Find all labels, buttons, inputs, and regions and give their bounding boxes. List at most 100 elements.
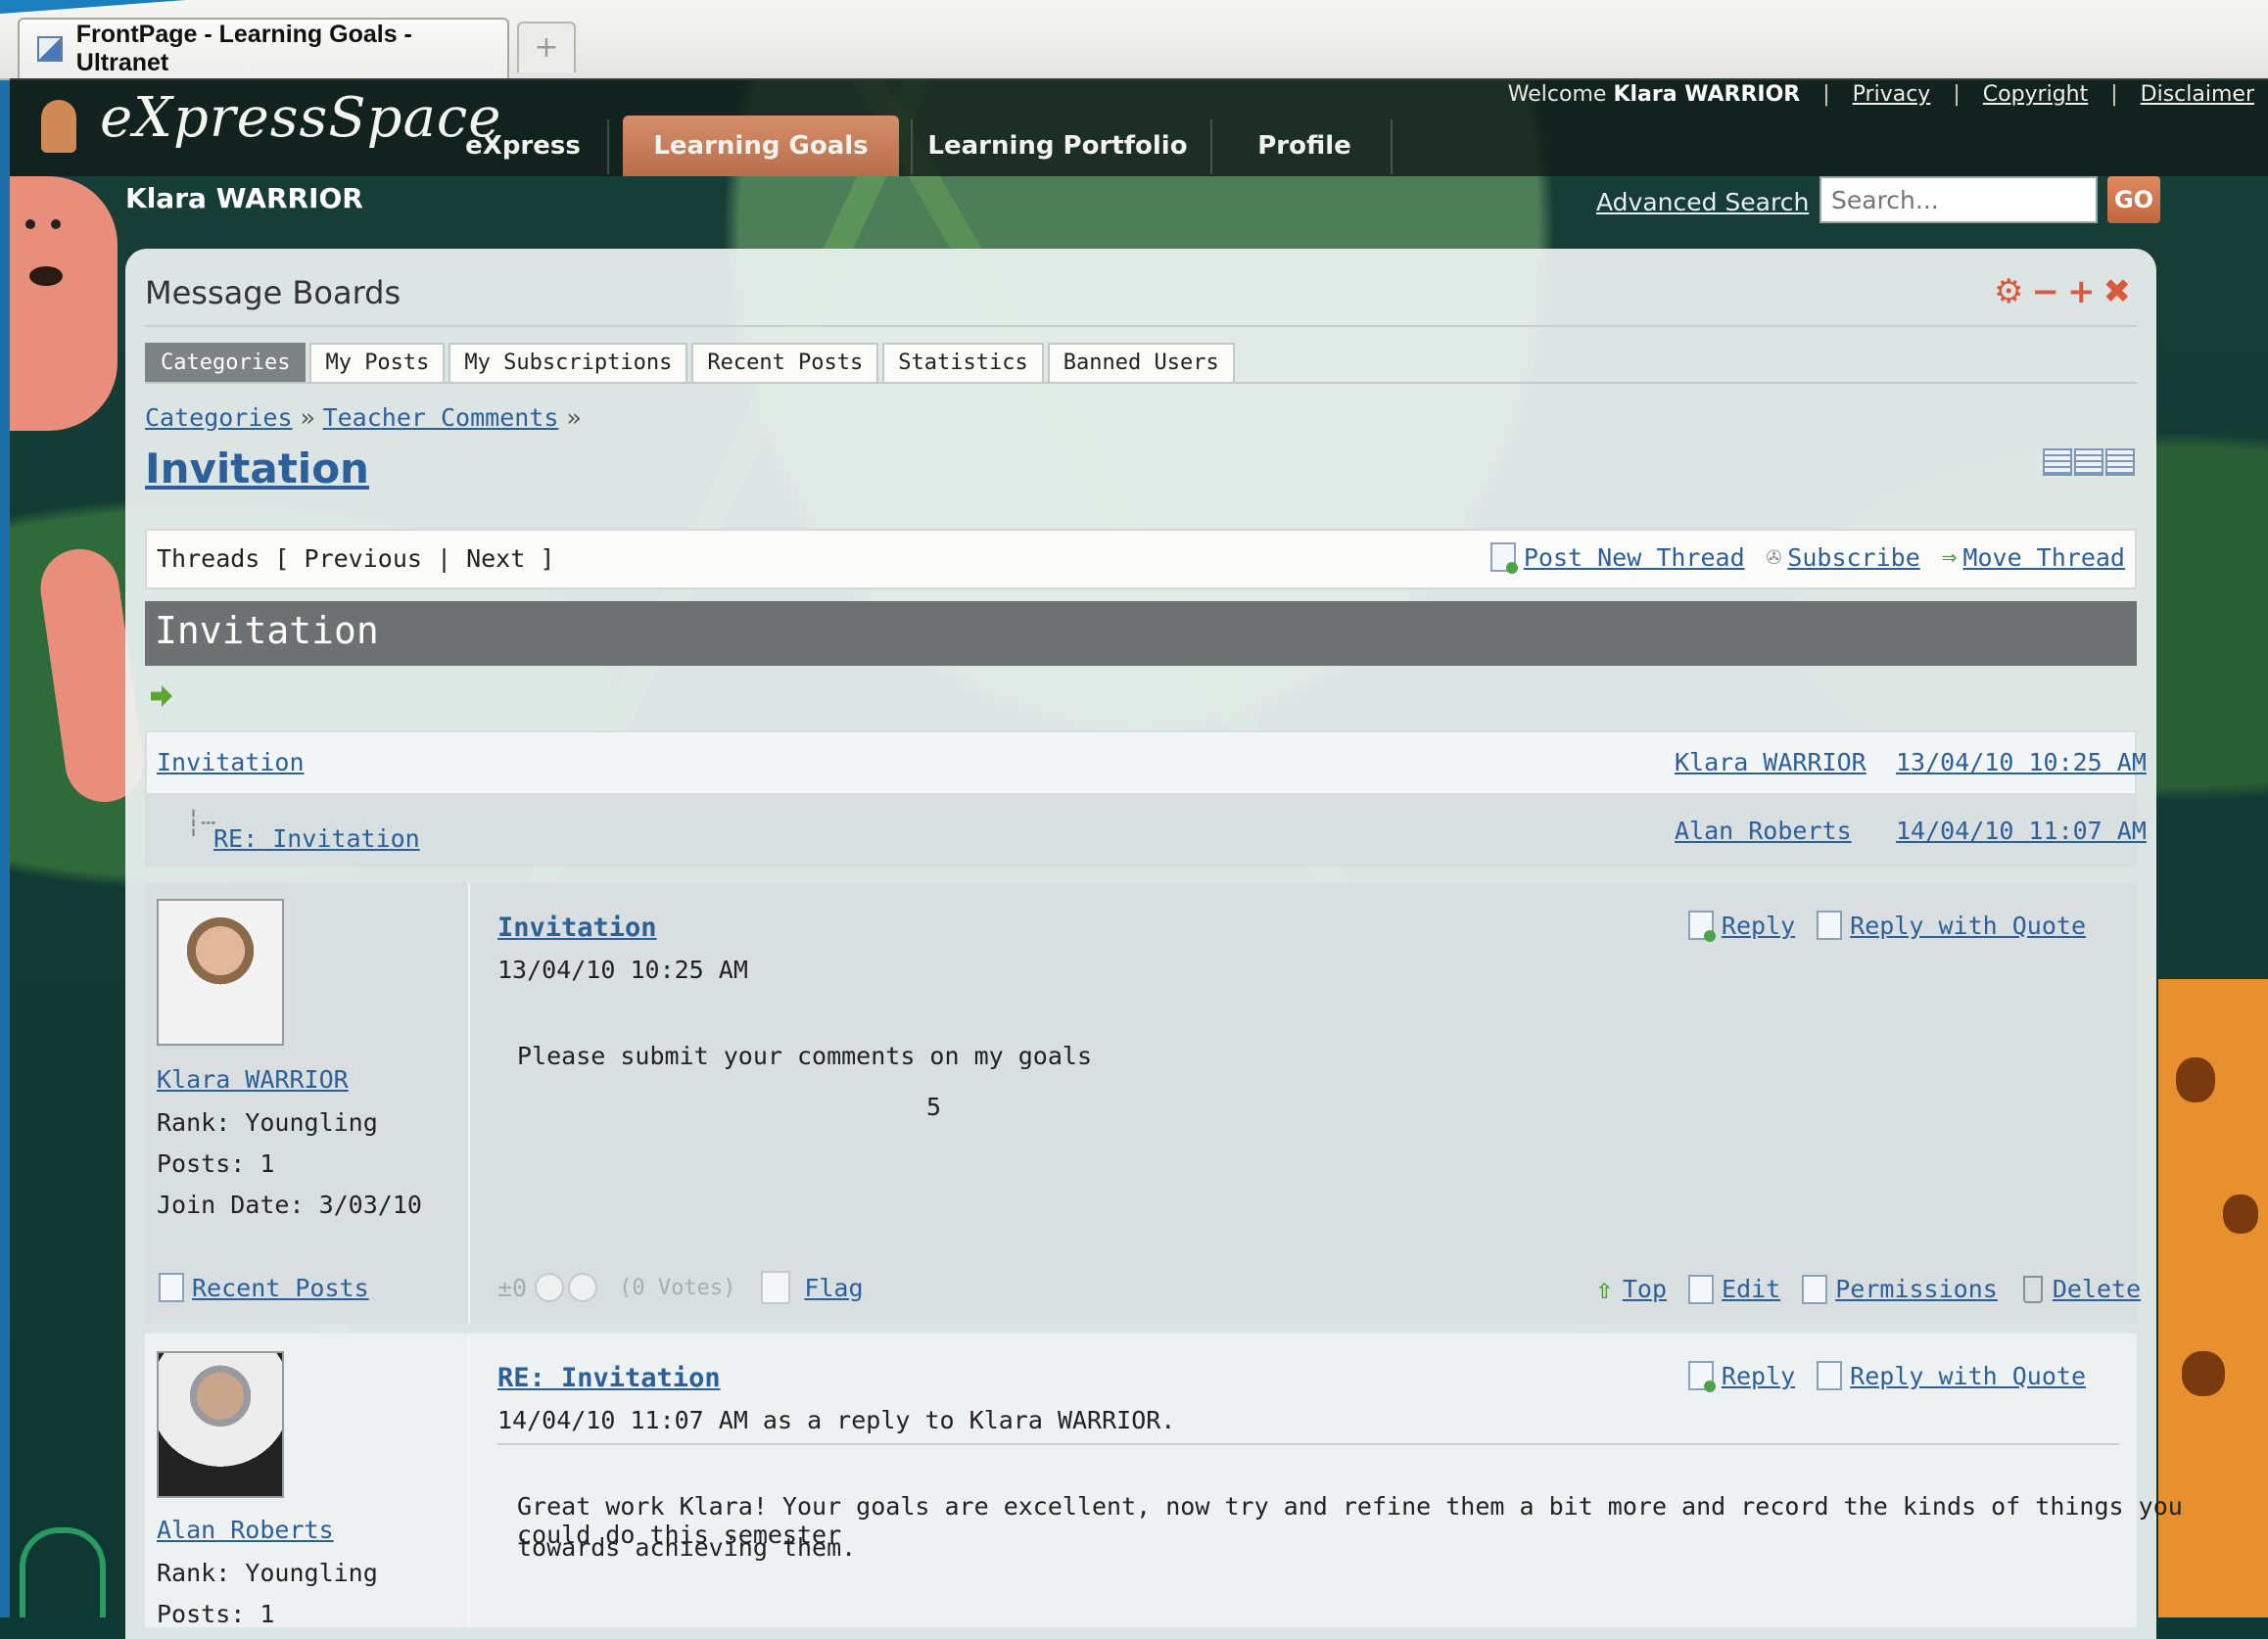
portlet-title: Message Boards	[145, 274, 402, 311]
breadcrumb-teacher-comments[interactable]: Teacher Comments	[323, 403, 559, 432]
post-author-posts: Posts: 1	[157, 1600, 275, 1628]
tab-my-subscriptions[interactable]: My Subscriptions	[449, 343, 688, 382]
combination-view-icon[interactable]	[2043, 448, 2072, 476]
welcome-prefix: Welcome	[1507, 82, 1607, 107]
nav-tab-express[interactable]: eXpress	[460, 116, 586, 176]
ultranet-logo-icon	[20, 1527, 106, 1617]
vote-count: (0 Votes)	[619, 1275, 736, 1300]
message-board-tabs: Categories My Posts My Subscriptions Rec…	[145, 343, 1239, 382]
nav-separator	[911, 119, 913, 174]
post-body: Please submit your comments on my goals	[517, 1042, 1092, 1070]
post-author-rank: Rank: Youngling	[157, 1108, 378, 1137]
minimize-icon[interactable]: −	[2031, 272, 2067, 311]
reply-icon	[1687, 1361, 1716, 1392]
post-column-divider	[468, 1334, 470, 1627]
giraffe-spot	[2176, 1057, 2215, 1102]
post-author-link[interactable]: Alan Roberts	[157, 1516, 334, 1544]
tree-item-title[interactable]: RE: Invitation	[213, 824, 420, 853]
tab-categories[interactable]: Categories	[145, 343, 307, 382]
tab-recent-posts[interactable]: Recent Posts	[691, 343, 879, 382]
nav-tab-learning-goals[interactable]: Learning Goals	[623, 116, 899, 176]
magnifier-doc-icon	[159, 1273, 184, 1302]
new-tab-button[interactable]: +	[517, 22, 576, 72]
current-user-name: Klara WARRIOR	[125, 182, 363, 214]
view-mode-switcher	[2041, 448, 2135, 476]
divider	[145, 325, 2137, 327]
thread-header-bar	[145, 601, 2137, 666]
close-icon[interactable]: ✖	[2103, 272, 2139, 311]
page-favicon-icon	[37, 36, 63, 62]
vote-score: ±0	[497, 1273, 528, 1302]
thumbs-up-icon[interactable]	[535, 1273, 565, 1302]
tab-banned-users[interactable]: Banned Users	[1047, 343, 1235, 382]
post-new-thread-link[interactable]: Post New Thread	[1524, 543, 1745, 572]
reply-link[interactable]: Reply	[1722, 912, 1795, 940]
nav-separator	[1391, 119, 1393, 174]
page-title[interactable]: Invitation	[145, 445, 369, 492]
message-post	[145, 883, 2137, 1324]
post-body-continued: towards achieving them.	[517, 1533, 857, 1562]
thumbs-down-icon[interactable]	[568, 1273, 598, 1302]
reply-actions: Reply Reply with Quote	[1687, 1361, 2086, 1392]
monkey-nose	[29, 266, 63, 286]
divider	[145, 382, 2137, 384]
edit-link[interactable]: Edit	[1722, 1275, 1780, 1303]
advanced-search-link[interactable]: Advanced Search	[1596, 188, 1809, 216]
welcome-bar: Welcome Klara WARRIOR | Privacy | Copyri…	[1507, 82, 2254, 107]
subscribe-link[interactable]: Subscribe	[1787, 543, 1919, 572]
reply-icon	[1687, 911, 1716, 942]
nav-separator	[607, 119, 609, 174]
search-input[interactable]	[1819, 176, 2098, 223]
top-link[interactable]: Top	[1623, 1275, 1667, 1303]
reply-with-quote-link[interactable]: Reply with Quote	[1850, 1362, 2086, 1390]
avatar[interactable]	[157, 1351, 284, 1498]
privacy-link[interactable]: Privacy	[1853, 82, 1931, 107]
maximize-icon[interactable]: +	[2067, 272, 2103, 311]
reply-link[interactable]: Reply	[1722, 1362, 1795, 1390]
breadcrumb: Categories» Teacher Comments»	[145, 403, 589, 432]
post-title[interactable]: RE: Invitation	[497, 1363, 721, 1393]
post-body-extra: 5	[926, 1093, 942, 1121]
search-go-button[interactable]: GO	[2107, 176, 2160, 223]
avatar[interactable]	[157, 899, 284, 1046]
delete-link[interactable]: Delete	[2053, 1275, 2141, 1303]
browser-tab[interactable]: FrontPage - Learning Goals - Ultranet	[18, 18, 509, 78]
flag-icon	[761, 1271, 791, 1304]
recent-posts-link[interactable]: Recent Posts	[192, 1274, 369, 1302]
welcome-user: Klara WARRIOR	[1613, 82, 1801, 107]
breadcrumb-categories[interactable]: Categories	[145, 403, 293, 432]
permissions-icon	[1802, 1274, 1828, 1304]
tree-item-date[interactable]: 13/04/10 10:25 AM	[1896, 748, 2147, 776]
divider	[497, 1443, 2119, 1445]
disclaimer-link[interactable]: Disclaimer	[2141, 82, 2254, 107]
threads-navigation[interactable]: Threads [ Previous | Next ]	[157, 544, 554, 573]
move-thread-link[interactable]: Move Thread	[1962, 543, 2125, 572]
monkey-illustration	[10, 176, 118, 431]
gear-icon[interactable]: ⚙	[1994, 272, 2031, 311]
nav-tab-learning-portfolio[interactable]: Learning Portfolio	[921, 116, 1195, 176]
tree-item-date[interactable]: 14/04/10 11:07 AM	[1896, 817, 2147, 845]
portlet-controls: ⚙−+✖	[1994, 272, 2139, 311]
copyright-link[interactable]: Copyright	[1983, 82, 2089, 107]
nav-tab-profile[interactable]: Profile	[1218, 116, 1391, 176]
breadcrumb-separator: »	[300, 403, 315, 432]
tree-item-author[interactable]: Alan Roberts	[1675, 817, 1852, 845]
post-date: 13/04/10 10:25 AM	[497, 956, 748, 984]
post-author-posts: Posts: 1	[157, 1149, 275, 1178]
tree-view-icon[interactable]	[2105, 448, 2135, 476]
flag-link[interactable]: Flag	[804, 1274, 863, 1302]
rating-bar: ±0 (0 Votes) Flag	[497, 1271, 864, 1304]
tree-item-author[interactable]: Klara WARRIOR	[1675, 748, 1866, 776]
post-title[interactable]: Invitation	[497, 913, 657, 943]
tree-item-title[interactable]: Invitation	[157, 748, 305, 776]
permissions-link[interactable]: Permissions	[1835, 1275, 1998, 1303]
up-arrow-icon: ⇧	[1596, 1273, 1613, 1305]
flat-view-icon[interactable]	[2074, 448, 2103, 476]
post-author-link[interactable]: Klara WARRIOR	[157, 1065, 349, 1094]
delete-icon	[2022, 1275, 2043, 1303]
corner-decoration	[0, 0, 186, 14]
tab-my-posts[interactable]: My Posts	[309, 343, 446, 382]
reply-with-quote-link[interactable]: Reply with Quote	[1850, 912, 2086, 940]
site-logo[interactable]: eXpressSpace	[100, 86, 501, 150]
tab-statistics[interactable]: Statistics	[882, 343, 1044, 382]
